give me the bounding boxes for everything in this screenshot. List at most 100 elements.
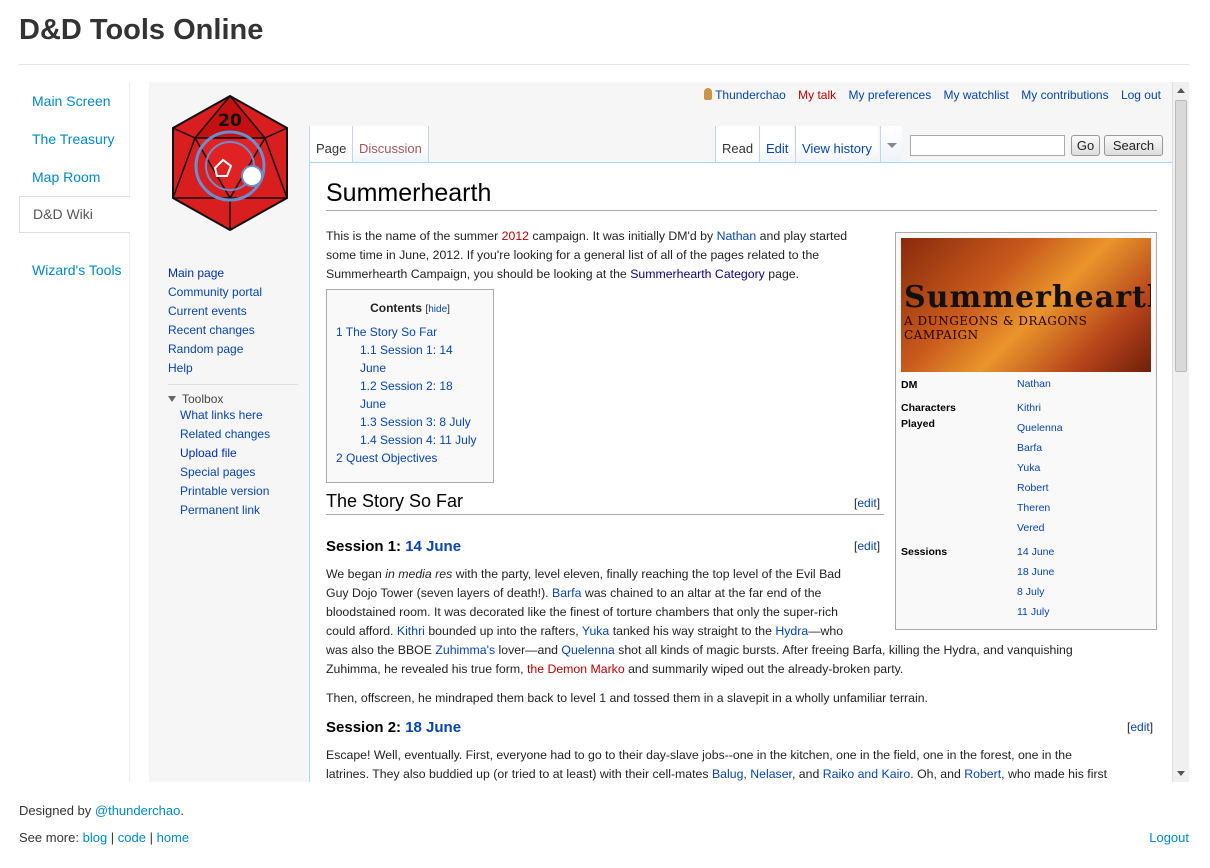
link-2012[interactable]: 2012 [502, 229, 529, 243]
footer-blog-link[interactable]: blog [83, 830, 108, 845]
toc-hide-link[interactable]: hide [428, 304, 447, 315]
infobox-characters-label: Characters [901, 402, 956, 414]
d20-number: 20 [218, 111, 242, 131]
banner-title: Summerhearth [904, 280, 1151, 315]
infobox-session[interactable]: 8 July [1017, 586, 1044, 598]
nav-wizards-tools[interactable]: Wizard's Tools [19, 251, 129, 289]
toc-entry[interactable]: 1.3 Session 3: 8 July [336, 413, 493, 431]
infobox-character[interactable]: Barfa [1017, 442, 1042, 454]
tab-discussion[interactable]: Discussion [352, 126, 429, 163]
sidebar-item-help[interactable]: Help [168, 359, 298, 378]
more-actions-dropdown[interactable] [880, 126, 902, 163]
link-barfa[interactable]: Barfa [552, 586, 581, 600]
footer-code-link[interactable]: code [118, 830, 146, 845]
nav-treasury[interactable]: The Treasury [19, 120, 129, 158]
infobox-session[interactable]: 18 June [1017, 566, 1054, 578]
tab-edit[interactable]: Edit [759, 126, 795, 163]
logout-link[interactable]: Logout [1149, 830, 1189, 845]
infobox-dm-value[interactable]: Nathan [1017, 378, 1051, 390]
scrollbar-thumb[interactable] [1175, 100, 1187, 372]
session-1-paragraph-2: Then, offscreen, he mindraped them back … [326, 691, 928, 705]
sidebar-item-recent-changes[interactable]: Recent changes [168, 321, 298, 340]
search-input[interactable] [910, 135, 1065, 156]
toc-entry[interactable]: June [336, 359, 493, 377]
scroll-down-icon[interactable] [1177, 771, 1185, 776]
toc-entry[interactable]: 2 Quest Objectives [336, 449, 493, 467]
infobox-character[interactable]: Quelenna [1017, 422, 1063, 434]
edit-section-link[interactable]: edit [857, 539, 876, 553]
infobox-characters-label-2: Played [901, 418, 935, 430]
link-kithri[interactable]: Kithri [397, 624, 425, 638]
toolbox-special-pages[interactable]: Special pages [168, 463, 298, 482]
sidebar-item-community-portal[interactable]: Community portal [168, 283, 298, 302]
infobox-character[interactable]: Theren [1017, 502, 1050, 514]
toc-entry[interactable]: 1.2 Session 2: 18 [336, 377, 493, 395]
toolbox-related-changes[interactable]: Related changes [168, 425, 298, 444]
link-hydra[interactable]: Hydra [775, 624, 808, 638]
toc-entry[interactable]: 1.4 Session 4: 11 July [336, 431, 493, 449]
link-14-june[interactable]: 14 June [405, 538, 461, 555]
my-talk-link[interactable]: My talk [798, 88, 836, 102]
toolbox-upload-file[interactable]: Upload file [168, 444, 298, 463]
toc-entry[interactable]: June [336, 395, 493, 413]
link-balug[interactable]: Balug [712, 767, 743, 781]
sidebar-item-main-page[interactable]: Main page [168, 264, 298, 283]
infobox-dm-label: DM [901, 379, 918, 391]
sidebar-item-random-page[interactable]: Random page [168, 340, 298, 359]
session-2-text: Escape! Well, eventually. First, everyon… [326, 748, 1108, 781]
user-icon [704, 88, 713, 100]
infobox-session[interactable]: 14 June [1017, 546, 1054, 558]
my-contributions-link[interactable]: My contributions [1021, 88, 1108, 102]
search-button[interactable]: Search [1104, 135, 1163, 156]
link-nelaser[interactable]: Nelaser [750, 767, 792, 781]
infobox-session[interactable]: 11 July [1017, 606, 1050, 618]
nav-main-screen[interactable]: Main Screen [19, 82, 129, 120]
nav-dnd-wiki[interactable]: D&D Wiki [19, 196, 130, 233]
link-raiko-kairo[interactable]: Raiko and Kairo [823, 767, 911, 781]
campaign-banner-image[interactable]: Summerhearth A DUNGEONS & DRAGONS CAMPAI… [901, 238, 1151, 372]
log-out-link[interactable]: Log out [1121, 88, 1161, 102]
link-yuka[interactable]: Yuka [582, 624, 609, 638]
nav-map-room[interactable]: Map Room [19, 158, 129, 196]
toolbox-printable-version[interactable]: Printable version [168, 482, 298, 501]
footer-see-more: See more: blog | code | home [19, 830, 190, 845]
link-nathan[interactable]: Nathan [717, 229, 757, 243]
chevron-down-icon [887, 143, 897, 148]
link-18-june[interactable]: 18 June [405, 719, 461, 736]
wiki-sidebar: Main page Community portal Current event… [168, 264, 298, 520]
link-zuhimma[interactable]: Zuhimma's [435, 643, 495, 657]
my-preferences-link[interactable]: My preferences [849, 88, 932, 102]
toolbox-what-links-here[interactable]: What links here [168, 406, 298, 425]
link-robert[interactable]: Robert [964, 767, 1001, 781]
frame-scrollbar[interactable] [1172, 82, 1189, 782]
personal-tools: Thunderchao My talk My preferences My wa… [695, 88, 1161, 102]
scroll-up-icon[interactable] [1177, 88, 1185, 93]
tab-page[interactable]: Page [309, 126, 353, 163]
tab-read[interactable]: Read [715, 126, 760, 163]
campaign-infobox: Summerhearth A DUNGEONS & DRAGONS CAMPAI… [895, 232, 1157, 630]
user-link[interactable]: Thunderchao [715, 88, 786, 102]
infobox-character[interactable]: Kithri [1017, 402, 1041, 414]
intro-paragraph: This is the name of the summer 2012 camp… [326, 229, 848, 281]
table-of-contents: Contents [hide] 1 The Story So Far 1.1 S… [326, 289, 494, 483]
link-demon-marko[interactable]: the Demon Marko [527, 662, 625, 676]
infobox-character[interactable]: Robert [1017, 482, 1049, 494]
toc-entry[interactable]: 1.1 Session 1: 14 [336, 341, 493, 359]
toc-entry[interactable]: 1 The Story So Far [336, 323, 493, 341]
edit-section-link[interactable]: edit [1130, 720, 1149, 734]
footer-handle-link[interactable]: @thunderchao [95, 803, 180, 818]
footer-home-link[interactable]: home [157, 830, 190, 845]
infobox-character[interactable]: Vered [1017, 522, 1044, 534]
tab-view-history[interactable]: View history [795, 126, 878, 163]
link-quelenna[interactable]: Quelenna [561, 643, 614, 657]
footer-designed-by: Designed by @thunderchao. [19, 803, 184, 818]
my-watchlist-link[interactable]: My watchlist [944, 88, 1009, 102]
infobox-character[interactable]: Yuka [1017, 462, 1040, 474]
link-summerhearth-category[interactable]: Summerhearth Category [630, 267, 765, 281]
toolbox-permanent-link[interactable]: Permanent link [168, 501, 298, 520]
sidebar-item-current-events[interactable]: Current events [168, 302, 298, 321]
edit-section-link[interactable]: edit [857, 496, 876, 510]
go-button[interactable]: Go [1071, 135, 1100, 156]
d20-logo[interactable]: 20 [167, 94, 293, 232]
toolbox-heading[interactable]: Toolbox [168, 384, 298, 406]
